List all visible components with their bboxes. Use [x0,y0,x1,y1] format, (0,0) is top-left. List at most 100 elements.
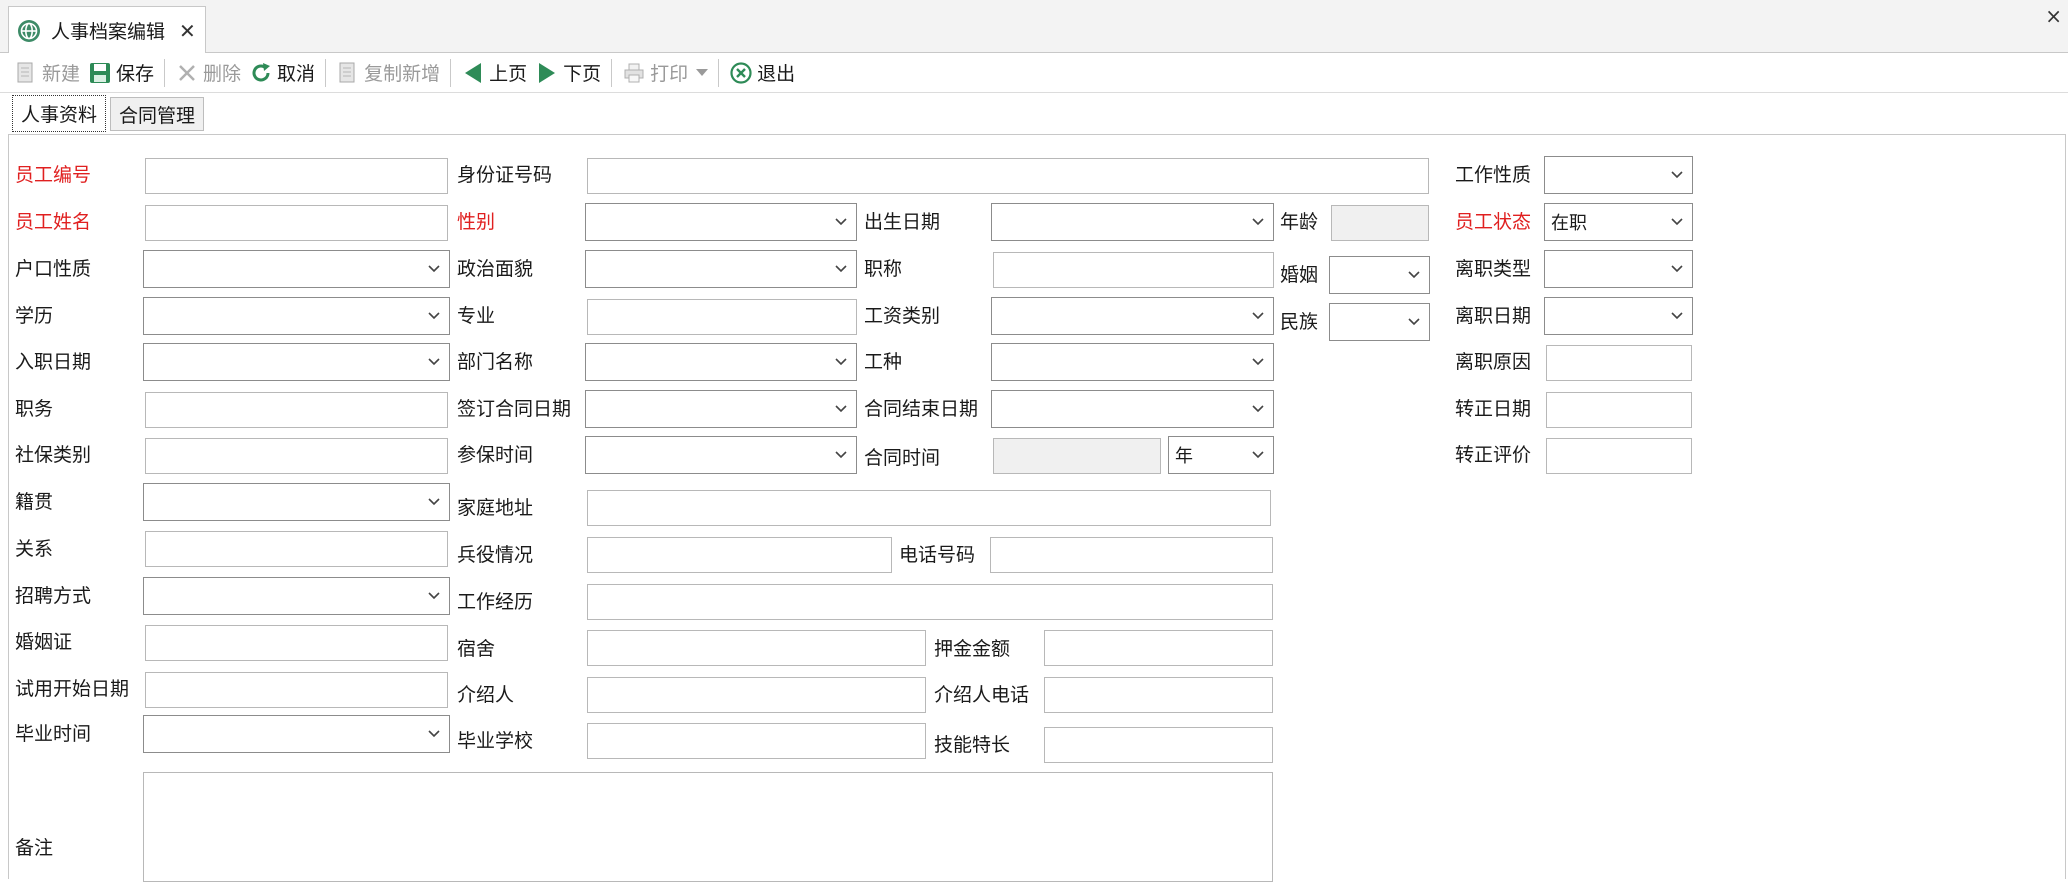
major-label: 专业 [457,305,496,327]
education-select[interactable] [143,297,450,335]
print-button-label: 打印 [650,63,689,85]
save-button-label: 保存 [116,63,155,85]
id-no-input[interactable] [587,158,1429,194]
dropdown-arrow-icon[interactable] [696,68,709,77]
tab-close-icon[interactable]: ✕ [179,19,196,43]
form-subtabs: 人事资料 合同管理 [12,95,208,135]
regular-eval-input[interactable] [1546,438,1692,474]
chevron-down-icon [428,312,440,320]
age-input[interactable] [1331,205,1429,241]
toolbar-separator [718,58,720,87]
relation-input[interactable] [145,531,448,567]
document-tab-personnel-edit[interactable]: 人事档案编辑 ✕ [8,6,206,54]
chevron-down-icon [428,730,440,738]
chevron-down-icon [1671,312,1683,320]
emp-name-input[interactable] [145,205,448,241]
grad-time-picker[interactable] [143,715,450,753]
regular-eval-label: 转正评价 [1455,444,1532,466]
social-type-input[interactable] [145,438,448,474]
document-tab-bar: 人事档案编辑 ✕ × [0,0,2068,54]
work-type-label: 工种 [864,351,903,373]
toolbar-separator [164,58,166,87]
resign-reason-input[interactable] [1546,345,1692,381]
chevron-down-icon [1671,265,1683,273]
cancel-button[interactable]: 取消 [245,56,319,90]
hukou-select[interactable] [143,250,450,288]
dept-select[interactable] [585,343,857,381]
ethnic-label: 民族 [1280,311,1319,333]
native-select[interactable] [143,483,450,521]
introducer-phone-label: 介绍人电话 [934,684,1030,706]
marriage-cert-label: 婚姻证 [15,631,73,653]
copy-new-button[interactable]: 复制新增 [332,56,444,90]
new-button[interactable]: 新建 [10,56,84,90]
contract-end-date-picker[interactable] [991,390,1274,428]
contract-period-unit-select[interactable]: 年 [1168,436,1274,474]
education-label: 学历 [15,305,54,327]
toolbar-separator [450,58,452,87]
join-date-picker[interactable] [143,343,450,381]
chevron-down-icon [835,405,847,413]
salary-type-label: 工资类别 [864,305,941,327]
chevron-down-icon [1252,312,1264,320]
marriage-select[interactable] [1329,256,1430,294]
insured-time-picker[interactable] [585,436,857,474]
introducer-input[interactable] [587,677,926,713]
recruit-select[interactable] [143,577,450,615]
trial-start-input[interactable] [145,672,448,708]
remark-label: 备注 [15,837,54,859]
marriage-cert-input[interactable] [145,625,448,661]
political-select[interactable] [585,250,857,288]
political-label: 政治面貌 [457,258,534,280]
work-type-select[interactable] [991,343,1274,381]
skill-input[interactable] [1044,727,1273,763]
grad-time-label: 毕业时间 [15,723,92,745]
window-close-icon[interactable]: × [2045,4,2062,28]
experience-input[interactable] [587,584,1273,620]
gender-select[interactable] [585,203,857,241]
resign-type-select[interactable] [1544,250,1693,288]
work-nature-select[interactable] [1544,156,1693,194]
school-label: 毕业学校 [457,730,534,752]
introducer-phone-input[interactable] [1044,677,1273,713]
next-page-button-label: 下页 [563,63,602,85]
delete-button[interactable]: 删除 [171,56,245,90]
military-input[interactable] [587,537,892,573]
salary-type-select[interactable] [991,297,1274,335]
contract-sign-date-picker[interactable] [585,390,857,428]
contract-sign-label: 签订合同日期 [457,398,572,420]
title-input[interactable] [993,252,1274,288]
relation-label: 关系 [15,538,54,560]
chevron-down-icon [1671,218,1683,226]
toolbar-separator [325,58,327,87]
birth-date-label: 出生日期 [864,211,941,233]
age-label: 年龄 [1280,211,1319,233]
prev-page-button[interactable]: 上页 [457,56,531,90]
chevron-down-icon [835,451,847,459]
emp-no-input[interactable] [145,158,448,194]
dorm-input[interactable] [587,630,926,666]
resign-date-picker[interactable] [1544,297,1693,335]
duty-input[interactable] [145,392,448,428]
tab-contract-management[interactable]: 合同管理 [110,97,205,131]
major-input[interactable] [587,299,857,335]
ethnic-select[interactable] [1329,303,1430,341]
regular-date-input[interactable] [1546,392,1692,428]
chevron-down-icon [1252,218,1264,226]
birth-date-picker[interactable] [991,203,1274,241]
chevron-down-icon [428,358,440,366]
remark-textarea[interactable] [143,772,1273,882]
save-button[interactable]: 保存 [84,56,158,90]
exit-button[interactable]: 退出 [725,56,799,90]
phone-input[interactable] [990,537,1273,573]
school-input[interactable] [587,723,926,759]
next-page-button[interactable]: 下页 [531,56,605,90]
emp-status-select[interactable]: 在职 [1544,203,1693,241]
deposit-input[interactable] [1044,630,1273,666]
address-input[interactable] [587,490,1271,526]
print-button[interactable]: 打印 [618,56,712,90]
tab-personnel-info[interactable]: 人事资料 [12,95,107,132]
exit-button-label: 退出 [757,63,796,85]
chevron-down-icon [835,265,847,273]
contract-period-input[interactable] [993,438,1161,474]
